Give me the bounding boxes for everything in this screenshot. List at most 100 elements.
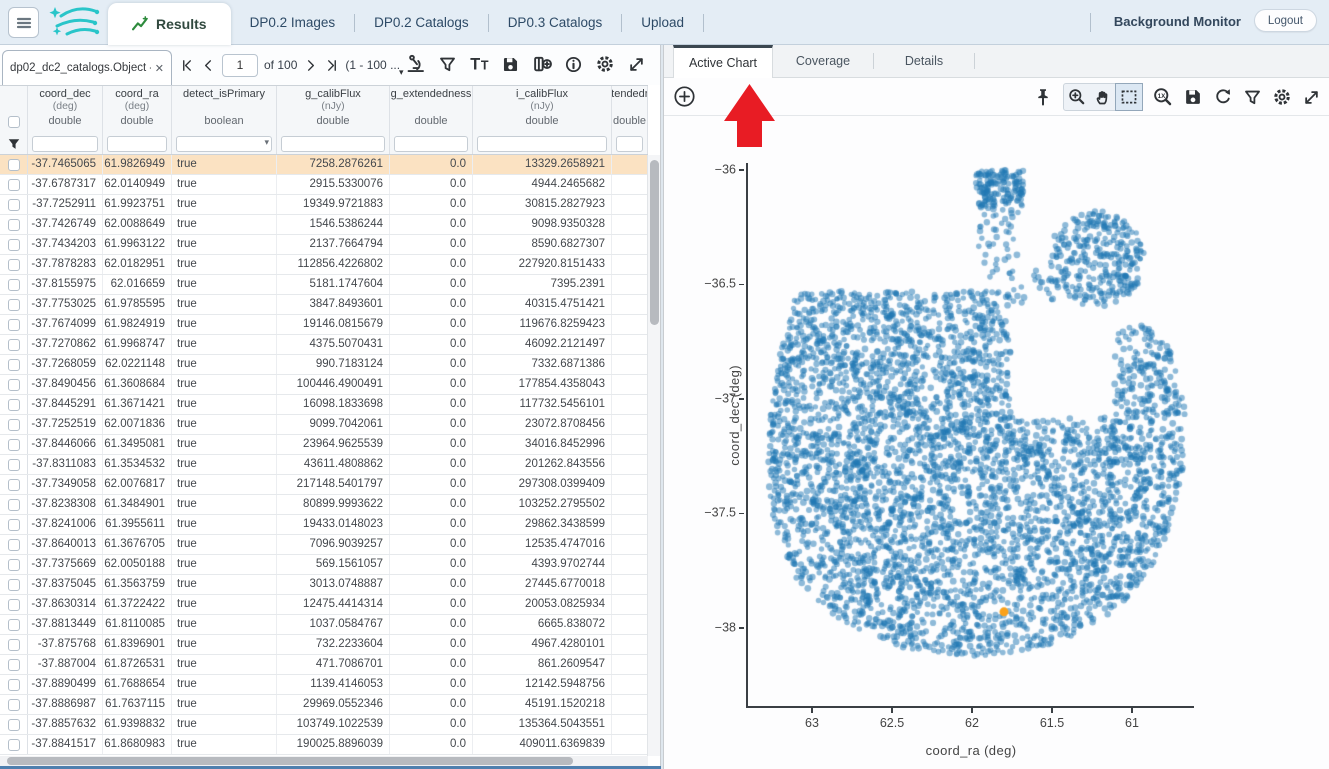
column-header-coord_dec[interactable]: coord_dec(deg)double [28, 86, 103, 133]
table-row[interactable]: -37.885763261.9398832true103749.10225390… [0, 715, 648, 735]
table-row[interactable]: -37.767409961.9824919true19146.08156790.… [0, 315, 648, 335]
filter-input-g_calibFlux[interactable] [281, 136, 385, 152]
row-checkbox[interactable] [8, 239, 20, 251]
last-page-button[interactable] [324, 58, 339, 73]
row-checkbox[interactable] [8, 199, 20, 211]
save-icon[interactable] [501, 55, 520, 74]
info-icon[interactable] [564, 55, 583, 74]
row-checkbox[interactable] [8, 399, 20, 411]
background-monitor-link[interactable]: Background Monitor [1114, 14, 1241, 29]
logout-button[interactable]: Logout [1254, 9, 1317, 32]
table-row[interactable]: -37.837504561.3563759true3013.07488870.0… [0, 575, 648, 595]
row-checkbox[interactable] [8, 279, 20, 291]
nav-tab-dp0-3-catalogs[interactable]: DP0.3 Catalogs [489, 15, 622, 30]
page-number-input[interactable] [222, 54, 258, 77]
table-row[interactable]: -37.737566962.0050188true569.15610570.04… [0, 555, 648, 575]
row-checkbox[interactable] [8, 719, 20, 731]
table-row[interactable]: -37.87576861.8396901true732.22336040.049… [0, 635, 648, 655]
table-row[interactable]: -37.844606661.3495081true23964.96255390.… [0, 435, 648, 455]
add-chart-icon[interactable] [673, 85, 696, 108]
row-checkbox[interactable] [8, 379, 20, 391]
row-checkbox[interactable] [8, 459, 20, 471]
row-checkbox[interactable] [8, 419, 20, 431]
add-column-icon[interactable] [532, 54, 552, 74]
expand-icon[interactable] [1302, 88, 1321, 107]
table-row[interactable]: -37.725251962.0071836true9099.70420610.0… [0, 415, 648, 435]
search-options-microscope-icon[interactable]: ▾ [406, 54, 426, 74]
row-checkbox[interactable] [8, 519, 20, 531]
row-checkbox[interactable] [8, 499, 20, 511]
restore-zoom-icon[interactable] [1213, 87, 1233, 107]
table-row[interactable]: -37.725291161.9923751true19349.97218830.… [0, 195, 648, 215]
row-checkbox[interactable] [8, 219, 20, 231]
row-checkbox[interactable] [8, 359, 20, 371]
filter-input-i_calibFlux[interactable] [477, 136, 607, 152]
filter-input-coord_dec[interactable] [32, 136, 98, 152]
table-row[interactable]: -37.888698761.7637115true29969.05523460.… [0, 695, 648, 715]
column-header-detect_isPrimary[interactable]: detect_isPrimaryboolean [172, 86, 277, 133]
zoom-original-1x-icon[interactable]: 1X [1153, 87, 1173, 107]
column-header-coord_ra[interactable]: coord_ra(deg)double [103, 86, 172, 133]
table-row[interactable]: -37.746506561.9826949true7258.28762610.0… [0, 155, 648, 175]
next-page-button[interactable] [303, 58, 318, 73]
nav-tab-dp0-2-images[interactable]: DP0.2 Images [231, 15, 355, 30]
settings-gear-icon[interactable] [1272, 87, 1292, 107]
expand-icon[interactable] [627, 55, 646, 74]
table-row[interactable]: -37.884151761.8680983true190025.88960390… [0, 735, 648, 755]
horizontal-scrollbar[interactable] [0, 756, 648, 766]
table-tab[interactable]: dp02_dc2_catalogs.Object - ... ✕ [2, 50, 172, 85]
table-row[interactable]: -37.823830861.3484901true80899.99936220.… [0, 495, 648, 515]
row-checkbox[interactable] [8, 559, 20, 571]
table-row[interactable]: -37.727086261.9968747true4375.50704310.0… [0, 335, 648, 355]
column-header-i_extendedness[interactable]: i_extendednessdouble [612, 86, 648, 133]
filter-input-i_extendedness[interactable] [616, 136, 643, 152]
filter-input-g_extendedness[interactable] [394, 136, 468, 152]
table-row[interactable]: -37.831108361.3534532true43611.48088620.… [0, 455, 648, 475]
horizontal-scrollbar-thumb[interactable] [7, 757, 573, 765]
table-row[interactable]: -37.88700461.8726531true471.70867010.086… [0, 655, 648, 675]
row-checkbox[interactable] [8, 439, 20, 451]
filter-icon[interactable] [1243, 88, 1262, 107]
table-row[interactable]: -37.844529161.3671421true16098.18336980.… [0, 395, 648, 415]
table-row[interactable]: -37.864001361.3676705true7096.90392570.0… [0, 535, 648, 555]
row-checkbox[interactable] [8, 299, 20, 311]
filter-input-detect_isPrimary[interactable] [176, 136, 272, 152]
row-checkbox[interactable] [8, 679, 20, 691]
save-icon[interactable] [1183, 87, 1203, 107]
nav-tab-upload[interactable]: Upload [622, 15, 703, 30]
column-header-g_calibFlux[interactable]: g_calibFlux(nJy)double [277, 86, 390, 133]
row-checkbox[interactable] [8, 159, 20, 171]
table-row[interactable]: -37.889049961.7688654true1139.41460530.0… [0, 675, 648, 695]
row-checkbox[interactable] [8, 539, 20, 551]
row-checkbox[interactable] [8, 659, 20, 671]
zoom-in-button[interactable] [1064, 84, 1090, 110]
prev-page-button[interactable] [201, 58, 216, 73]
chart-tab-coverage[interactable]: Coverage [773, 45, 873, 77]
row-checkbox[interactable] [8, 339, 20, 351]
pin-icon[interactable] [1033, 87, 1053, 107]
select-region-button[interactable] [1116, 84, 1142, 110]
filter-icon[interactable] [438, 55, 457, 74]
table-row[interactable]: -37.881344961.8110085true1037.05847670.0… [0, 615, 648, 635]
row-checkbox[interactable] [8, 699, 20, 711]
table-row[interactable]: -37.849045661.3608684true100446.49004910… [0, 375, 648, 395]
chart-tab-active-chart[interactable]: Active Chart [673, 45, 773, 78]
row-checkbox[interactable] [8, 639, 20, 651]
table-row[interactable]: -37.734905862.0076817true217148.54017970… [0, 475, 648, 495]
nav-tab-results[interactable]: Results [108, 3, 231, 45]
column-header-i_calibFlux[interactable]: i_calibFlux(nJy)double [473, 86, 612, 133]
nav-tab-dp0-2-catalogs[interactable]: DP0.2 Catalogs [355, 15, 488, 30]
row-checkbox[interactable] [8, 739, 20, 751]
select-all-checkbox[interactable] [8, 116, 20, 128]
table-row[interactable]: -37.678731762.0140949true2915.53300760.0… [0, 175, 648, 195]
column-header-g_extendedness[interactable]: g_extendednessdouble [390, 86, 473, 133]
pan-hand-button[interactable] [1090, 84, 1116, 110]
row-checkbox[interactable] [8, 599, 20, 611]
close-icon[interactable]: ✕ [151, 62, 164, 75]
table-row[interactable]: -37.863031461.3722422true12475.44143140.… [0, 595, 648, 615]
hamburger-menu-button[interactable] [8, 7, 39, 38]
first-page-button[interactable] [180, 58, 195, 73]
table-row[interactable]: -37.815597562.016659true5181.17476040.07… [0, 275, 648, 295]
settings-gear-icon[interactable] [595, 54, 615, 74]
table-row[interactable]: -37.824100661.3955611true19433.01480230.… [0, 515, 648, 535]
